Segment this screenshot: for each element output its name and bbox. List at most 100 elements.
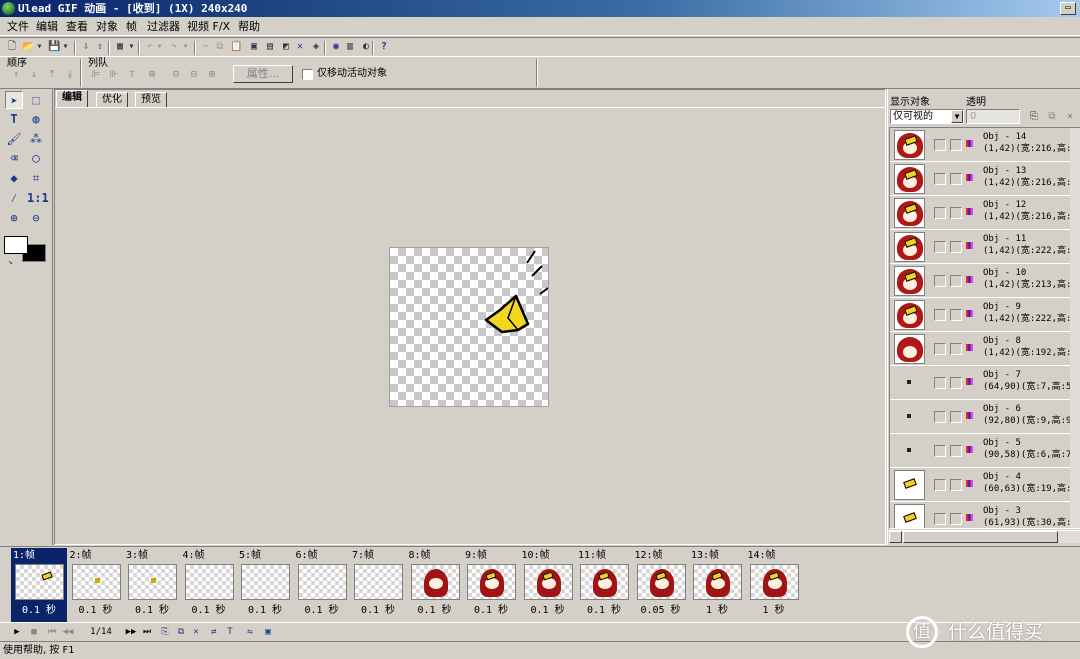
frame-item[interactable]: 3:帧 0.1 秒 <box>124 548 180 622</box>
tab-preview[interactable]: 预览 <box>135 92 167 108</box>
object-visible-checkbox[interactable] <box>934 445 946 457</box>
frame-item[interactable]: 5:帧 0.1 秒 <box>237 548 293 622</box>
delete-frame-icon[interactable]: ✕ <box>190 626 202 638</box>
frame-item[interactable]: 11:帧 0.1 秒 <box>576 548 632 622</box>
align-middle-icon[interactable]: ⊞ <box>146 69 158 80</box>
paintbrush-tool-icon[interactable]: 🖌 <box>5 130 23 148</box>
menu-video-fx[interactable]: 视频 F/X <box>185 19 232 34</box>
distribute-v-icon[interactable]: ⊟ <box>188 69 200 80</box>
swap-colors-icon[interactable]: ↘ <box>8 257 13 266</box>
export-icon[interactable]: ⇧ <box>94 41 106 53</box>
menu-filter[interactable]: 过滤器 <box>145 19 182 34</box>
chevron-down-icon[interactable]: ▼ <box>951 110 963 123</box>
object-visible-checkbox[interactable] <box>934 513 946 525</box>
eyedropper-tool-icon[interactable]: ⁄ <box>5 189 23 207</box>
reverse-frames-icon[interactable]: ⇋ <box>244 626 256 638</box>
optimize-icon[interactable]: ▦ <box>114 41 126 53</box>
object-lock-checkbox[interactable] <box>950 445 962 457</box>
redo-icon[interactable]: ↷ <box>168 41 180 53</box>
align-left-icon[interactable]: ⊫ <box>90 69 102 80</box>
object-lock-checkbox[interactable] <box>950 343 962 355</box>
object-lock-checkbox[interactable] <box>950 173 962 185</box>
align-top-icon[interactable]: ⊤ <box>126 69 138 80</box>
duplicate-frame-icon[interactable]: ▤ <box>264 41 276 53</box>
duplicate-object-icon[interactable]: ⧉ <box>1046 111 1058 123</box>
object-visible-checkbox[interactable] <box>934 173 946 185</box>
object-lock-checkbox[interactable] <box>950 411 962 423</box>
animation-wizard-icon[interactable]: ◉ <box>330 41 342 53</box>
redo-dropdown-icon[interactable]: ▾ <box>182 41 189 53</box>
object-visible-checkbox[interactable] <box>934 309 946 321</box>
object-list-scrollbar[interactable] <box>889 530 1080 543</box>
scroll-left-icon[interactable] <box>889 531 902 543</box>
menu-help[interactable]: 帮助 <box>236 19 262 34</box>
object-visible-checkbox[interactable] <box>934 479 946 491</box>
properties-icon[interactable]: ▥ <box>344 41 356 53</box>
object-lock-checkbox[interactable] <box>950 513 962 525</box>
eraser-tool-icon[interactable]: ⌫ <box>5 149 23 167</box>
send-to-back-icon[interactable]: ⤓ <box>64 69 76 80</box>
delete-icon[interactable]: ✕ <box>294 41 306 53</box>
foreground-color-swatch[interactable] <box>4 236 28 254</box>
next-frame-icon[interactable]: ▶▶ <box>125 626 137 638</box>
text-frames-icon[interactable]: T <box>224 626 236 638</box>
object-row[interactable]: Obj - 14 (1,42)(宽:216,高:19 <box>890 128 1080 162</box>
object-visible-checkbox[interactable] <box>934 241 946 253</box>
object-row[interactable]: Obj - 13 (1,42)(宽:216,高:19 <box>890 162 1080 196</box>
bring-to-front-icon[interactable]: ⤒ <box>46 69 58 80</box>
new-icon[interactable]: 🗋 <box>6 41 18 53</box>
object-visible-checkbox[interactable] <box>934 343 946 355</box>
opacity-spinner[interactable]: 0 <box>966 109 1020 124</box>
actual-size-tool-icon[interactable]: 1:1 <box>27 189 49 207</box>
scroll-thumb[interactable] <box>903 531 1058 543</box>
context-help-icon[interactable]: ? <box>378 41 390 53</box>
object-lock-checkbox[interactable] <box>950 479 962 491</box>
gif-canvas[interactable] <box>389 247 549 407</box>
stop-icon[interactable]: ■ <box>28 626 40 638</box>
duplicate-frame-icon[interactable]: ⧉ <box>175 626 187 638</box>
object-row[interactable]: Obj - 7 (64,90)(宽:7,高:5) <box>890 366 1080 400</box>
object-visible-checkbox[interactable] <box>934 275 946 287</box>
object-lock-checkbox[interactable] <box>950 241 962 253</box>
add-frame-icon[interactable]: ▣ <box>248 41 260 53</box>
menu-object[interactable]: 对象 <box>94 19 120 34</box>
play-icon[interactable]: ▶ <box>11 626 23 638</box>
object-lock-checkbox[interactable] <box>950 309 962 321</box>
crop-tool-icon[interactable]: ⌗ <box>27 169 45 187</box>
send-backward-icon[interactable]: ↓ <box>28 69 40 80</box>
object-row[interactable]: Obj - 4 (60,63)(宽:19,高:23 <box>890 468 1080 502</box>
add-frame-icon[interactable]: ⎘ <box>159 626 171 638</box>
frame-item[interactable]: 2:帧 0.1 秒 <box>68 548 124 622</box>
restore-button[interactable]: ▭ <box>1060 2 1076 15</box>
open-icon[interactable]: 📂 <box>22 41 34 53</box>
object-lock-checkbox[interactable] <box>950 275 962 287</box>
properties-button[interactable]: 属性... <box>233 65 293 83</box>
object-visible-checkbox[interactable] <box>934 377 946 389</box>
object-row[interactable]: Obj - 12 (1,42)(宽:216,高:19 <box>890 196 1080 230</box>
preview-icon[interactable]: ◐ <box>360 41 372 53</box>
object-visible-checkbox[interactable] <box>934 411 946 423</box>
move-active-only-checkbox[interactable] <box>302 69 313 80</box>
zoom-out-tool-icon[interactable]: ⊖ <box>27 209 45 227</box>
import-icon[interactable]: ⇩ <box>80 41 92 53</box>
new-object-icon[interactable]: ⎘ <box>1028 111 1040 123</box>
object-visible-checkbox[interactable] <box>934 139 946 151</box>
magic-wand-tool-icon[interactable]: ⁂ <box>27 130 45 148</box>
object-lock-checkbox[interactable] <box>950 139 962 151</box>
frame-item[interactable]: 8:帧 0.1 秒 <box>407 548 463 622</box>
object-row[interactable]: Obj - 10 (1,42)(宽:213,高:19 <box>890 264 1080 298</box>
frame-item[interactable]: 1:帧 0.1 秒 <box>11 548 67 622</box>
cut-icon[interactable]: ✂ <box>200 41 212 53</box>
menu-file[interactable]: 文件 <box>5 19 31 34</box>
first-frame-icon[interactable]: ⏮ <box>46 626 58 638</box>
optimize-dropdown-icon[interactable]: ▾ <box>128 41 135 53</box>
object-list-vscrollbar[interactable] <box>1070 128 1080 528</box>
object-row[interactable]: Obj - 11 (1,42)(宽:222,高:19 <box>890 230 1080 264</box>
undo-dropdown-icon[interactable]: ▾ <box>156 41 163 53</box>
pick-tool-icon[interactable]: ➤ <box>5 91 23 109</box>
frame-item[interactable]: 13:帧 1 秒 <box>689 548 745 622</box>
frame-item[interactable]: 10:帧 0.1 秒 <box>520 548 576 622</box>
frame-item[interactable]: 12:帧 0.05 秒 <box>633 548 689 622</box>
object-row[interactable]: Obj - 8 (1,42)(宽:192,高:19 <box>890 332 1080 366</box>
save-icon[interactable]: 💾 <box>48 41 60 53</box>
